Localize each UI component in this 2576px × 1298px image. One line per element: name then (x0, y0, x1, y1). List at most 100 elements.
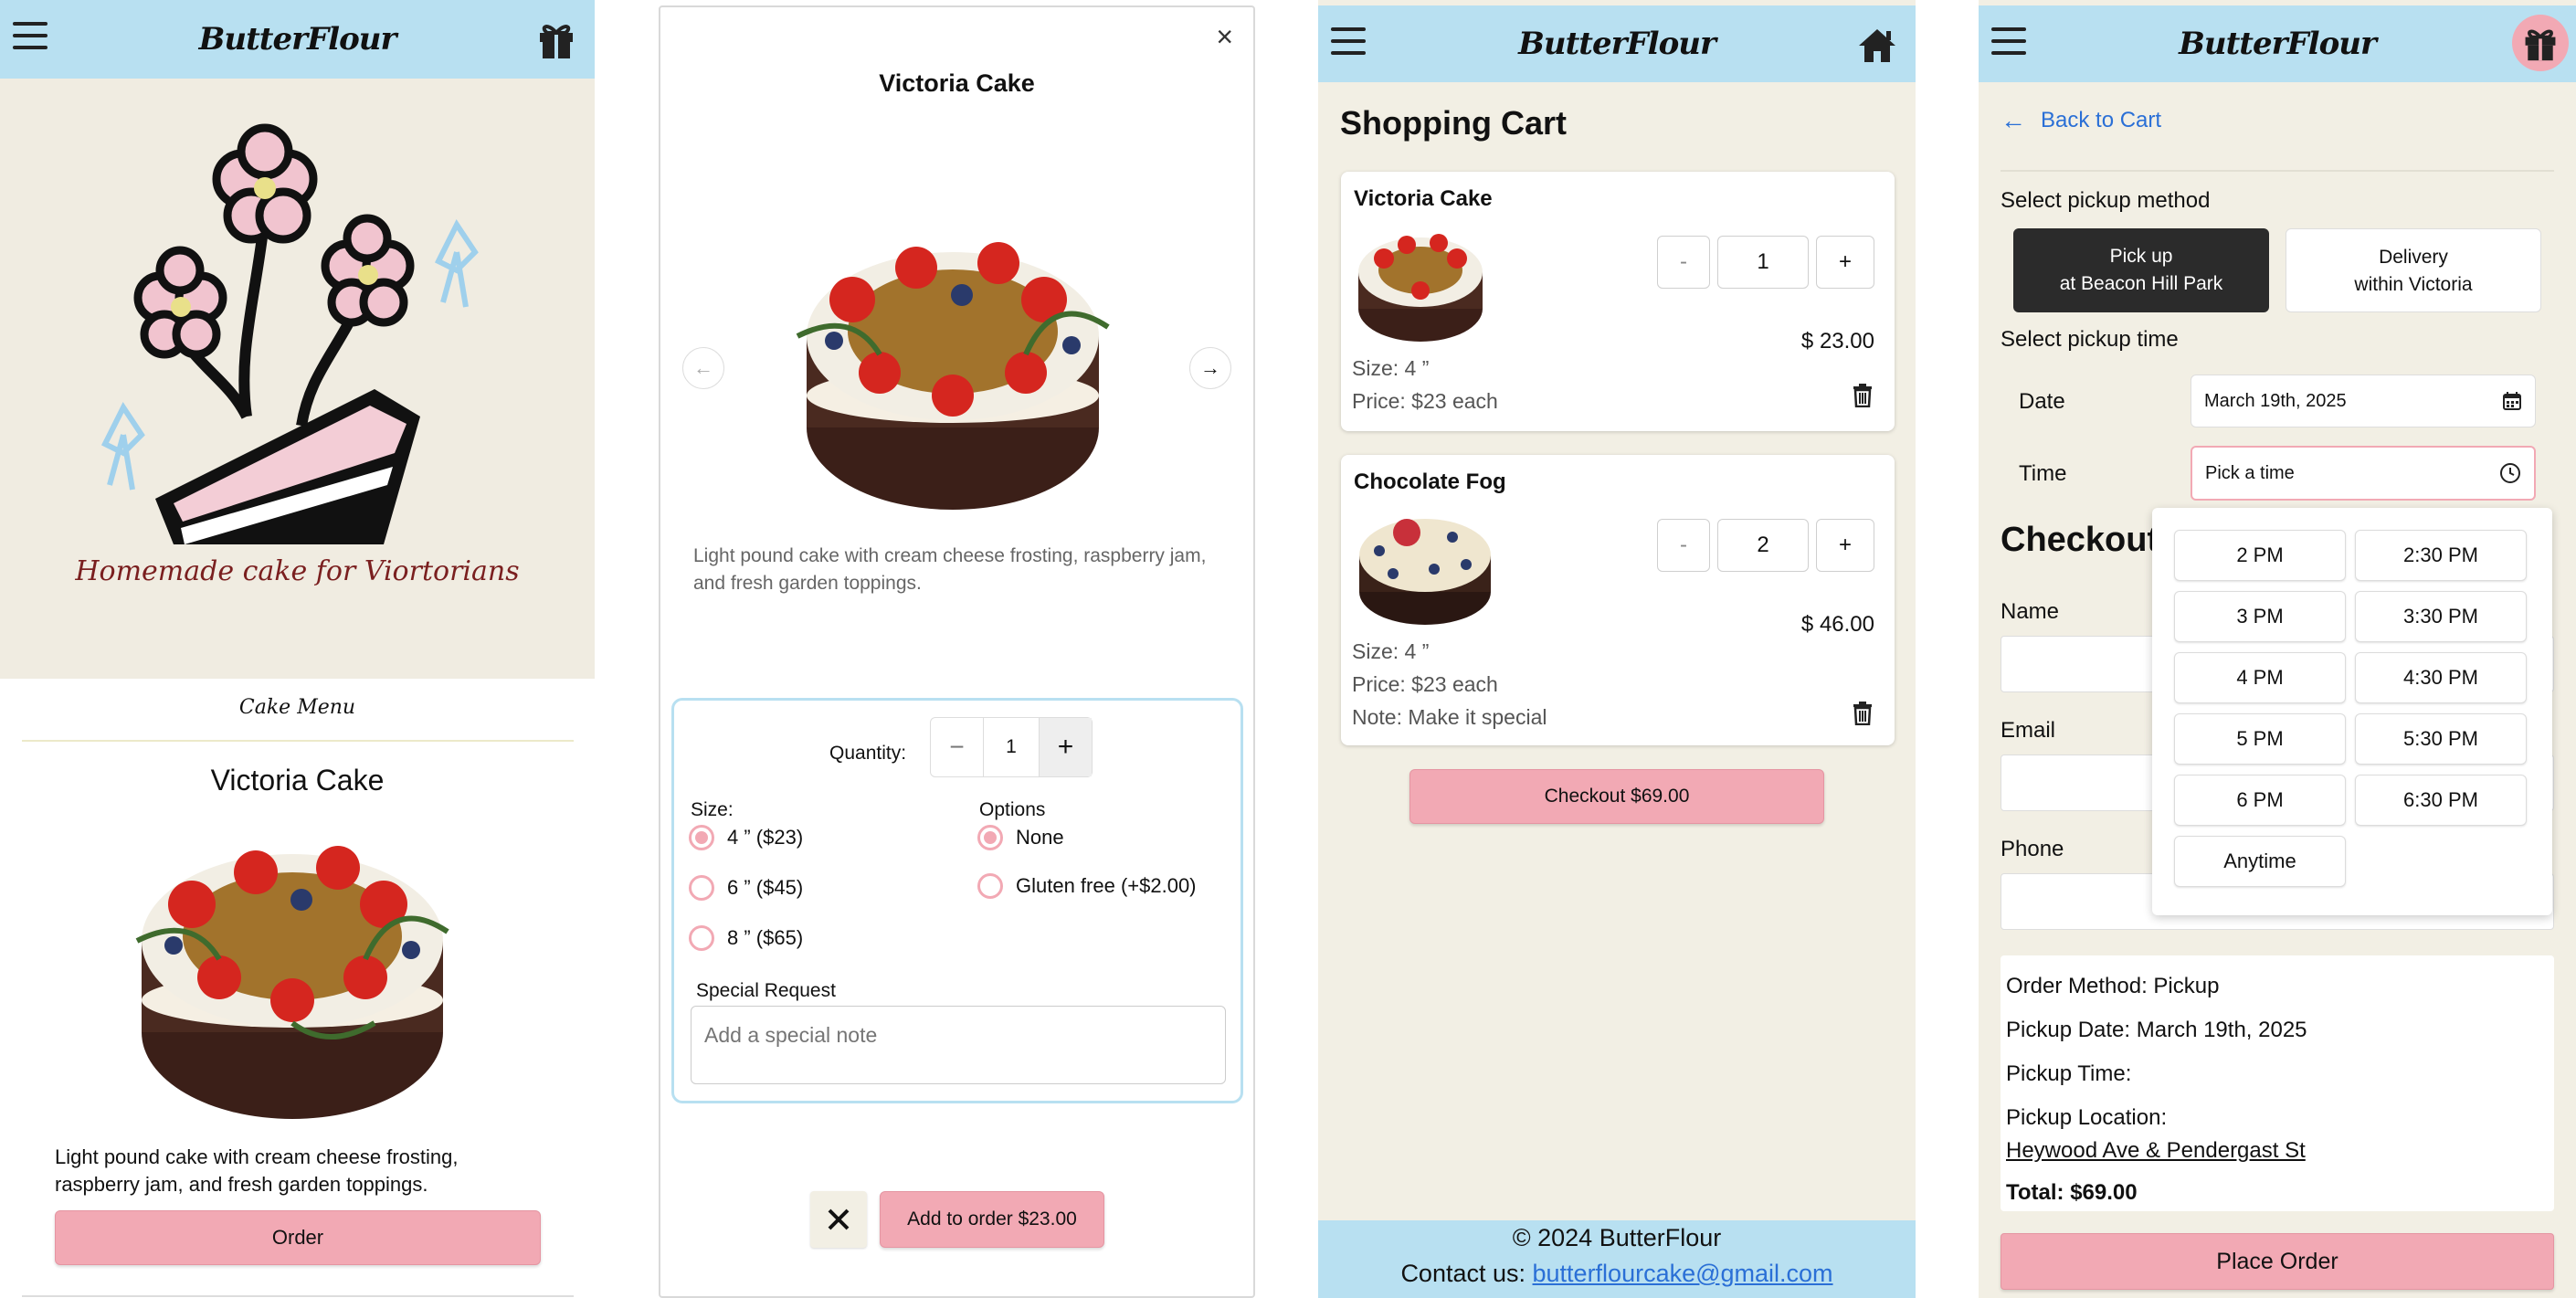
menu-icon[interactable] (1991, 27, 2026, 55)
cake-photo (796, 242, 1110, 510)
add-to-order-button[interactable]: Add to order $23.00 (880, 1191, 1104, 1248)
radio-icon[interactable] (977, 825, 1003, 850)
screen-cart: ButterFlour Shopping Cart Victoria Cake … (1318, 0, 1916, 1298)
divider (22, 740, 574, 742)
summary-total: Total: $69.00 (2006, 1180, 2138, 1205)
pickup-time-label: Select pickup time (2001, 327, 2179, 352)
date-field[interactable]: March 19th, 2025 (2191, 375, 2536, 427)
time-slot[interactable]: 3:30 PM (2355, 591, 2527, 642)
size-option-label: 8 ” ($65) (727, 926, 804, 949)
method-delivery-line1: Delivery (2379, 247, 2448, 268)
radio-icon[interactable] (977, 873, 1003, 899)
home-icon[interactable] (1855, 24, 1899, 66)
time-slot[interactable]: 4:30 PM (2355, 652, 2527, 703)
time-label: Time (2019, 461, 2067, 486)
cart-item: Victoria Cake - 1 + $ 23.00 Size: 4 ” Pr… (1341, 172, 1895, 431)
special-request-input[interactable] (691, 1006, 1226, 1084)
gift-icon (2525, 29, 2556, 61)
back-to-cart-link[interactable]: ← Back to Cart (2001, 106, 2161, 135)
size-option-label: 4 ” ($23) (727, 826, 804, 849)
quantity-value[interactable]: 1 (1717, 236, 1809, 289)
summary-time: Pickup Time: (2006, 1061, 2132, 1086)
radio-icon[interactable] (689, 875, 714, 901)
menu-icon[interactable] (13, 22, 48, 49)
menu-icon[interactable] (1331, 27, 1366, 55)
time-slot[interactable]: 5:30 PM (2355, 713, 2527, 765)
radio-icon[interactable] (689, 825, 714, 850)
quantity-plus-button[interactable]: + (1816, 236, 1874, 289)
modal-description: Light pound cake with cream cheese frost… (693, 545, 1207, 594)
quantity-value: 1 (1006, 736, 1017, 757)
quantity-stepper[interactable]: − 1 + (930, 717, 1093, 777)
time-field[interactable]: Pick a time (2191, 446, 2536, 501)
cart-item-unit-price: Price: $23 each (1352, 672, 1498, 696)
divider (2001, 170, 2554, 172)
divider (22, 1295, 574, 1297)
option-none[interactable]: None (977, 825, 1064, 850)
brand-logo[interactable]: ButterFlour (2179, 26, 2377, 62)
close-icon[interactable]: × (1216, 20, 1233, 54)
footer-email-link[interactable]: butterflourcake@gmail.com (1533, 1260, 1833, 1287)
trash-icon[interactable] (1853, 384, 1873, 407)
cart-item-price: $ 23.00 (1800, 329, 1874, 354)
order-button[interactable]: Order (55, 1210, 541, 1265)
quantity-minus-button[interactable]: − (931, 718, 984, 776)
back-to-cart-label: Back to Cart (2041, 108, 2162, 132)
next-arrow-button[interactable]: → (1189, 347, 1231, 389)
cart-item-note: Note: Make it special (1352, 705, 1547, 729)
cart-item-unit-price: Price: $23 each (1352, 389, 1498, 413)
option-label: Gluten free (+$2.00) (1016, 874, 1197, 897)
method-delivery-button[interactable]: Delivery within Victoria (2286, 228, 2541, 312)
time-placeholder: Pick a time (2205, 462, 2295, 483)
time-slot[interactable]: 4 PM (2174, 652, 2346, 703)
cake-photo[interactable] (119, 804, 484, 1133)
quantity-minus-button[interactable]: - (1657, 236, 1710, 289)
quantity-minus-button[interactable]: - (1657, 519, 1710, 572)
quantity-plus-button[interactable]: + (1039, 718, 1092, 776)
place-order-button[interactable]: Place Order (2001, 1233, 2554, 1290)
size-option-8[interactable]: 8 ” ($65) (689, 925, 803, 951)
gift-icon-bubble[interactable] (2512, 15, 2569, 71)
option-gluten-free[interactable]: Gluten free (+$2.00) (977, 873, 1197, 899)
cancel-x-button[interactable] (810, 1191, 867, 1248)
arrow-left-icon: ← (2001, 106, 2026, 134)
cake-menu-label: Cake Menu (238, 696, 356, 719)
hero-tagline: Homemade cake for Viortorians (75, 555, 520, 587)
checkout-button[interactable]: Checkout $69.00 (1409, 769, 1824, 824)
prev-arrow-button[interactable]: ← (682, 347, 724, 389)
time-slot[interactable]: 6:30 PM (2355, 775, 2527, 826)
time-slot[interactable]: 2:30 PM (2355, 530, 2527, 581)
app-header: ButterFlour (1318, 5, 1916, 82)
summary-location-label: Pickup Location: (2006, 1105, 2168, 1130)
time-slot[interactable]: 2 PM (2174, 530, 2346, 581)
hero-banner: Homemade cake for Viortorians (0, 79, 595, 679)
cake-thumbnail (1358, 234, 1483, 342)
summary-location-link[interactable]: Heywood Ave & Pendergast St (2006, 1133, 2549, 1175)
quantity-value[interactable]: 2 (1717, 519, 1809, 572)
email-label: Email (2001, 718, 2056, 743)
trash-icon[interactable] (1853, 702, 1873, 725)
footer-contact: Contact us: butterflourcake@gmail.com (1318, 1260, 1916, 1288)
special-request-label: Special Request (696, 980, 836, 1001)
time-slot[interactable]: 3 PM (2174, 591, 2346, 642)
radio-icon[interactable] (689, 925, 714, 951)
time-slot[interactable]: 6 PM (2174, 775, 2346, 826)
method-pickup-line1: Pick up (2109, 246, 2173, 267)
method-pickup-button[interactable]: Pick up at Beacon Hill Park (2013, 228, 2269, 312)
gift-icon[interactable] (534, 18, 578, 60)
brand-logo[interactable]: ButterFlour (1518, 26, 1716, 62)
size-option-6[interactable]: 6 ” ($45) (689, 875, 803, 901)
time-slot[interactable]: Anytime (2174, 836, 2346, 887)
time-slot[interactable]: 5 PM (2174, 713, 2346, 765)
app-header: ButterFlour (0, 0, 595, 79)
clock-icon (2500, 463, 2520, 483)
date-value: March 19th, 2025 (2204, 390, 2347, 411)
app-header: ButterFlour (1979, 5, 2576, 82)
brand-logo[interactable]: ButterFlour (199, 21, 397, 58)
option-label: None (1016, 826, 1064, 849)
method-pickup-line2: at Beacon Hill Park (2059, 273, 2223, 294)
cart-item-name: Victoria Cake (1354, 186, 1493, 211)
date-label: Date (2019, 389, 2065, 414)
quantity-plus-button[interactable]: + (1816, 519, 1874, 572)
size-option-4[interactable]: 4 ” ($23) (689, 825, 803, 850)
